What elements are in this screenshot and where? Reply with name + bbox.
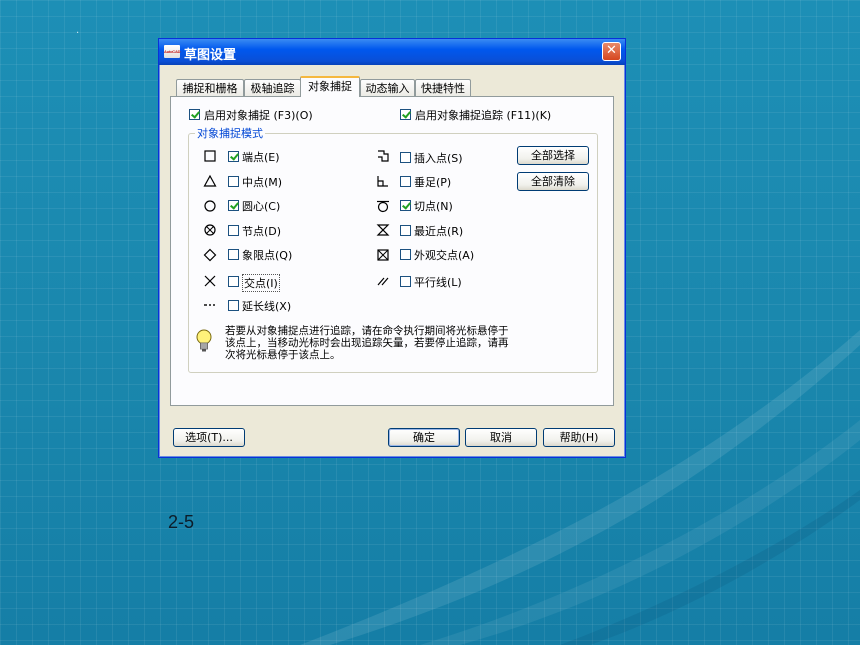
triangle-marker-icon — [203, 174, 217, 188]
hint-line: 次将光标悬停于该点上。 — [225, 349, 341, 361]
parallel-checkbox[interactable] — [400, 276, 411, 287]
apparent-intersection-checkbox[interactable] — [400, 249, 411, 260]
object-snap-panel: 启用对象捕捉 (F3)(O) 启用对象捕捉追踪 (F11)(K) 对象捕捉模式 … — [170, 96, 614, 406]
perpendicular-label: 垂足(P) — [414, 176, 452, 189]
circle-marker-icon — [203, 199, 217, 213]
cancel-button[interactable]: 取消 — [465, 428, 537, 447]
quadrant-checkbox[interactable] — [228, 249, 239, 260]
extension-marker-icon — [203, 298, 217, 312]
extension-label: 延长线(X) — [242, 300, 292, 313]
dialog-title: 草图设置 — [184, 48, 237, 63]
nearest-checkbox[interactable] — [400, 225, 411, 236]
app-icon-text: AutoCAD — [164, 49, 181, 54]
diamond-marker-icon — [203, 248, 217, 262]
tab-quick-properties[interactable]: 快捷特性 — [415, 79, 471, 96]
nearest-marker-icon — [376, 223, 390, 237]
center-label: 圆心(C) — [242, 200, 281, 213]
osnap-modes-title: 对象捕捉模式 — [195, 125, 265, 141]
tab-dynamic-input[interactable]: 动态输入 — [360, 79, 415, 96]
node-marker-icon — [203, 223, 217, 237]
clear-all-button[interactable]: 全部清除 — [517, 172, 589, 191]
enable-osnap-checkbox[interactable] — [189, 109, 200, 120]
parallel-label: 平行线(L) — [414, 276, 462, 289]
hint-line: 若要从对象捕捉点进行追踪，请在命令执行期间将光标悬停于 — [225, 325, 509, 337]
node-checkbox[interactable] — [228, 225, 239, 236]
lightbulb-icon — [195, 329, 213, 355]
hint-line: 该点上，当移动光标时会出现追踪矢量，若要停止追踪，请再 — [225, 337, 509, 349]
tab-object-snap[interactable]: 对象捕捉 — [300, 76, 360, 97]
apparent-intersection-label: 外观交点(A) — [414, 249, 475, 262]
drafting-settings-dialog: AutoCAD 草图设置 ✕ 捕捉和栅格 极轴追踪 对象捕捉 动态输入 快捷特性… — [158, 38, 626, 458]
slide-caption: 2-5 — [168, 512, 195, 532]
ok-button[interactable]: 确定 — [388, 428, 460, 447]
help-button[interactable]: 帮助(H) — [543, 428, 615, 447]
insertion-label: 插入点(S) — [414, 152, 463, 165]
square-marker-icon — [203, 149, 217, 163]
autocad-app-icon: AutoCAD — [164, 45, 181, 58]
dialog-titlebar[interactable]: AutoCAD 草图设置 ✕ — [159, 39, 625, 65]
intersection-checkbox[interactable] — [228, 276, 239, 287]
tracking-hint-text: 若要从对象捕捉点进行追踪，请在命令执行期间将光标悬停于 该点上，当移动光标时会出… — [225, 325, 555, 361]
slide-dot: · — [76, 28, 80, 39]
endpoint-checkbox[interactable] — [228, 151, 239, 162]
select-all-button[interactable]: 全部选择 — [517, 146, 589, 165]
enable-osnap-label: 启用对象捕捉 (F3)(O) — [204, 109, 313, 122]
close-button[interactable]: ✕ — [602, 42, 621, 61]
tab-polar-tracking[interactable]: 极轴追踪 — [244, 79, 301, 96]
tab-snap-grid[interactable]: 捕捉和栅格 — [176, 79, 244, 96]
parallel-marker-icon — [376, 274, 390, 288]
enable-tracking-label: 启用对象捕捉追踪 (F11)(K) — [415, 109, 552, 122]
endpoint-label: 端点(E) — [242, 151, 280, 164]
enable-tracking-checkbox[interactable] — [400, 109, 411, 120]
center-checkbox[interactable] — [228, 200, 239, 211]
tangent-marker-icon — [376, 199, 390, 213]
node-label: 节点(D) — [242, 225, 282, 238]
intersection-label: 交点(I) — [242, 274, 280, 292]
insertion-checkbox[interactable] — [400, 152, 411, 163]
nearest-label: 最近点(R) — [414, 225, 464, 238]
apparent-marker-icon — [376, 248, 390, 262]
perpendicular-checkbox[interactable] — [400, 176, 411, 187]
quadrant-label: 象限点(Q) — [242, 249, 293, 262]
perpendicular-marker-icon — [376, 174, 390, 188]
extension-checkbox[interactable] — [228, 300, 239, 311]
tangent-checkbox[interactable] — [400, 200, 411, 211]
midpoint-checkbox[interactable] — [228, 176, 239, 187]
insert-marker-icon — [376, 149, 390, 163]
midpoint-label: 中点(M) — [242, 176, 283, 189]
tangent-label: 切点(N) — [414, 200, 453, 213]
options-button[interactable]: 选项(T)... — [173, 428, 245, 447]
close-icon: ✕ — [606, 43, 617, 58]
x-marker-icon — [203, 274, 217, 288]
